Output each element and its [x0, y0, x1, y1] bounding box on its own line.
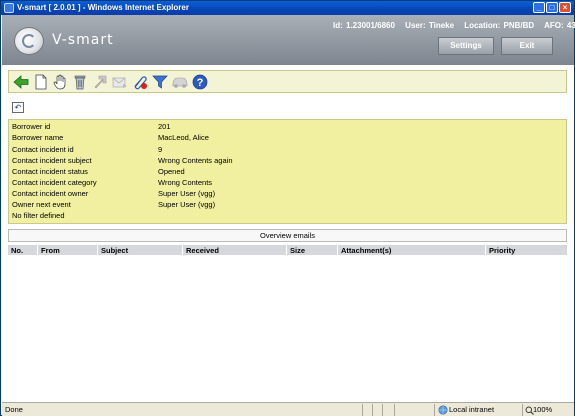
close-window-button[interactable]: ×	[559, 2, 571, 13]
vsmart-logo-icon	[14, 27, 44, 55]
detail-value: 201	[158, 122, 171, 131]
toolbar: ?	[8, 70, 567, 93]
detail-value: Super User (vgg)	[158, 200, 216, 209]
browser-window: V-smart [ 2.0.01 ] - Windows Internet Ex…	[0, 0, 575, 416]
column-header-subject[interactable]: Subject	[97, 245, 182, 256]
detail-label: Owner next event	[12, 200, 71, 209]
status-pane	[394, 404, 434, 416]
attach-paperclip-icon[interactable]	[131, 73, 149, 91]
status-pane	[372, 404, 382, 416]
forward-arrow-icon[interactable]	[91, 73, 109, 91]
detail-label: Contact incident owner	[12, 189, 89, 198]
incident-details-panel: Borrower id 201 Borrower name MacLeod, Ali…	[8, 119, 567, 224]
window-titlebar: V-smart [ 2.0.01 ] - Windows Internet Ex…	[1, 1, 574, 15]
detail-label: Contact incident category	[12, 177, 97, 187]
new-document-icon[interactable]	[32, 73, 50, 91]
car-icon[interactable]	[171, 73, 189, 91]
status-pane	[362, 404, 372, 416]
detail-value: Wrong Contents again	[158, 155, 233, 165]
settings-button[interactable]: Settings	[438, 37, 494, 55]
undo-button[interactable]: ↶	[12, 102, 24, 113]
detail-value: MacLeod, Alice	[158, 133, 209, 142]
session-afo: AFO: 434	[544, 21, 575, 30]
session-location: Location: PNB/BD	[464, 21, 535, 30]
detail-value: 9	[158, 144, 163, 154]
detail-label: No filter defined	[12, 211, 65, 220]
maximize-button[interactable]: □	[546, 2, 558, 13]
help-icon[interactable]: ?	[191, 73, 209, 91]
column-header-priority[interactable]: Priority	[485, 245, 567, 256]
detail-label: Contact incident id	[12, 144, 74, 154]
exit-button[interactable]: Exit	[501, 37, 553, 55]
column-header-from[interactable]: From	[37, 245, 97, 256]
window-title: V-smart [ 2.0.01 ] - Windows Internet Ex…	[17, 3, 189, 12]
session-info: Id: 1.23001/6860 User: Tineke Location: …	[333, 21, 575, 30]
column-header-size[interactable]: Size	[286, 245, 337, 256]
session-user: User: Tineke	[405, 21, 455, 30]
svg-text:?: ?	[197, 77, 204, 89]
filter-funnel-icon[interactable]	[151, 73, 169, 91]
detail-value: Super User (vgg)	[158, 189, 216, 198]
emails-table-header: No. From Subject Received Size Attachmen…	[8, 245, 567, 256]
ie-app-icon	[4, 3, 14, 13]
minimize-button[interactable]: _	[533, 2, 545, 13]
zoom-level[interactable]: 100%	[533, 403, 552, 416]
detail-label: Contact incident status	[12, 166, 88, 176]
column-header-no[interactable]: No.	[8, 245, 37, 256]
browser-statusbar: Done Local intranet 100%	[2, 402, 574, 416]
overview-emails-header: Overview emails	[8, 229, 567, 242]
detail-label: Contact incident subject	[12, 155, 92, 165]
session-id: Id: 1.23001/6860	[333, 21, 395, 30]
detail-label: Borrower name	[12, 133, 64, 142]
back-arrow-icon[interactable]	[12, 73, 30, 91]
hand-select-icon[interactable]	[51, 73, 69, 91]
logo-text: V-smart	[52, 32, 114, 48]
column-header-received[interactable]: Received	[182, 245, 286, 256]
intranet-globe-icon	[438, 405, 448, 415]
detail-value: Wrong Contents	[158, 177, 213, 187]
security-zone: Local intranet	[449, 405, 495, 414]
delete-bin-icon[interactable]	[71, 73, 89, 91]
column-header-attachments[interactable]: Attachment(s)	[337, 245, 485, 256]
email-icon[interactable]	[111, 73, 129, 91]
status-pane	[382, 404, 394, 416]
app-header: V-smart Id: 1.23001/6860 User: Tineke Lo…	[2, 15, 575, 65]
detail-value: Opened	[158, 166, 185, 176]
detail-label: Borrower id	[12, 122, 51, 131]
status-text: Done	[5, 405, 23, 414]
